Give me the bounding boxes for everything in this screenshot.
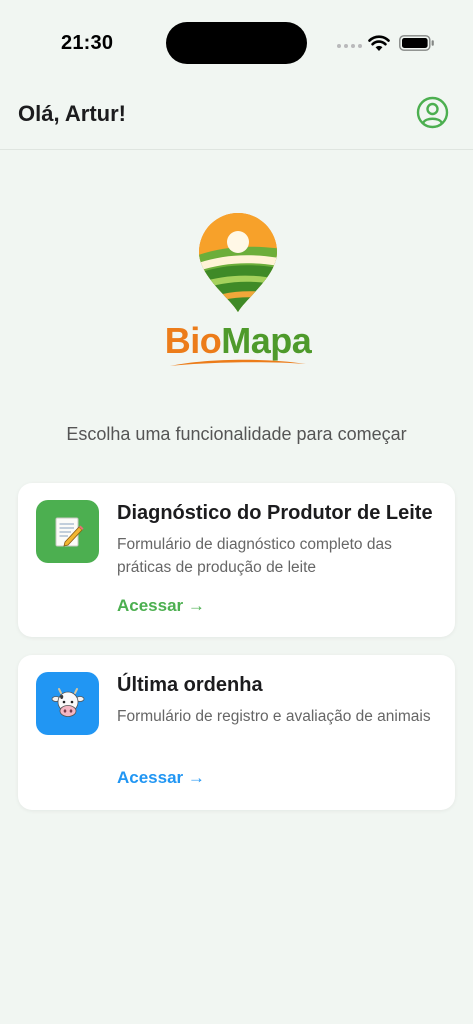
battery-icon [399, 35, 434, 51]
access-link-ultima-ordenha[interactable]: Acessar → [117, 768, 205, 788]
logo-text-mapa: Mapa [221, 320, 312, 361]
cellular-signal-icon [337, 44, 362, 48]
card-description: Formulário de diagnóstico completo das p… [117, 536, 392, 576]
greeting-title: Olá, Artur! [18, 101, 126, 126]
logo-swoosh [170, 359, 306, 366]
card-icon-container [36, 500, 99, 563]
wifi-icon [368, 35, 390, 51]
access-link-diagnostico[interactable]: Acessar → [117, 596, 205, 616]
card-diagnostico[interactable]: Diagnóstico do Produtor de Leite Formulá… [18, 483, 455, 637]
logo-wordmark: BioMapa [160, 320, 316, 362]
card-title: Última ordenha [117, 674, 263, 696]
dynamic-island [166, 22, 307, 64]
map-pin-field-icon [199, 213, 277, 312]
memo-pencil-icon [55, 517, 83, 547]
card-title: Diagnóstico do Produtor de Leite [117, 502, 433, 524]
subtitle: Escolha uma funcionalidade para começar [66, 424, 407, 444]
card-icon-container [36, 672, 99, 735]
logo-text-bio: Bio [164, 320, 222, 361]
home-screen: 21:30 Olá, Artur! BioMapa Escolha uma fu… [0, 0, 473, 1024]
app-header: Olá, Artur! [0, 86, 473, 150]
status-time: 21:30 [61, 32, 114, 54]
status-bar: 21:30 [0, 0, 473, 86]
user-circle-icon[interactable] [416, 96, 449, 129]
cow-face-icon [51, 687, 84, 717]
biomapa-logo: BioMapa [160, 210, 316, 370]
card-ultima-ordenha[interactable]: Última ordenha Formulário de registro e … [18, 655, 455, 810]
card-description: Formulário de registro e avaliação de an… [117, 708, 431, 725]
